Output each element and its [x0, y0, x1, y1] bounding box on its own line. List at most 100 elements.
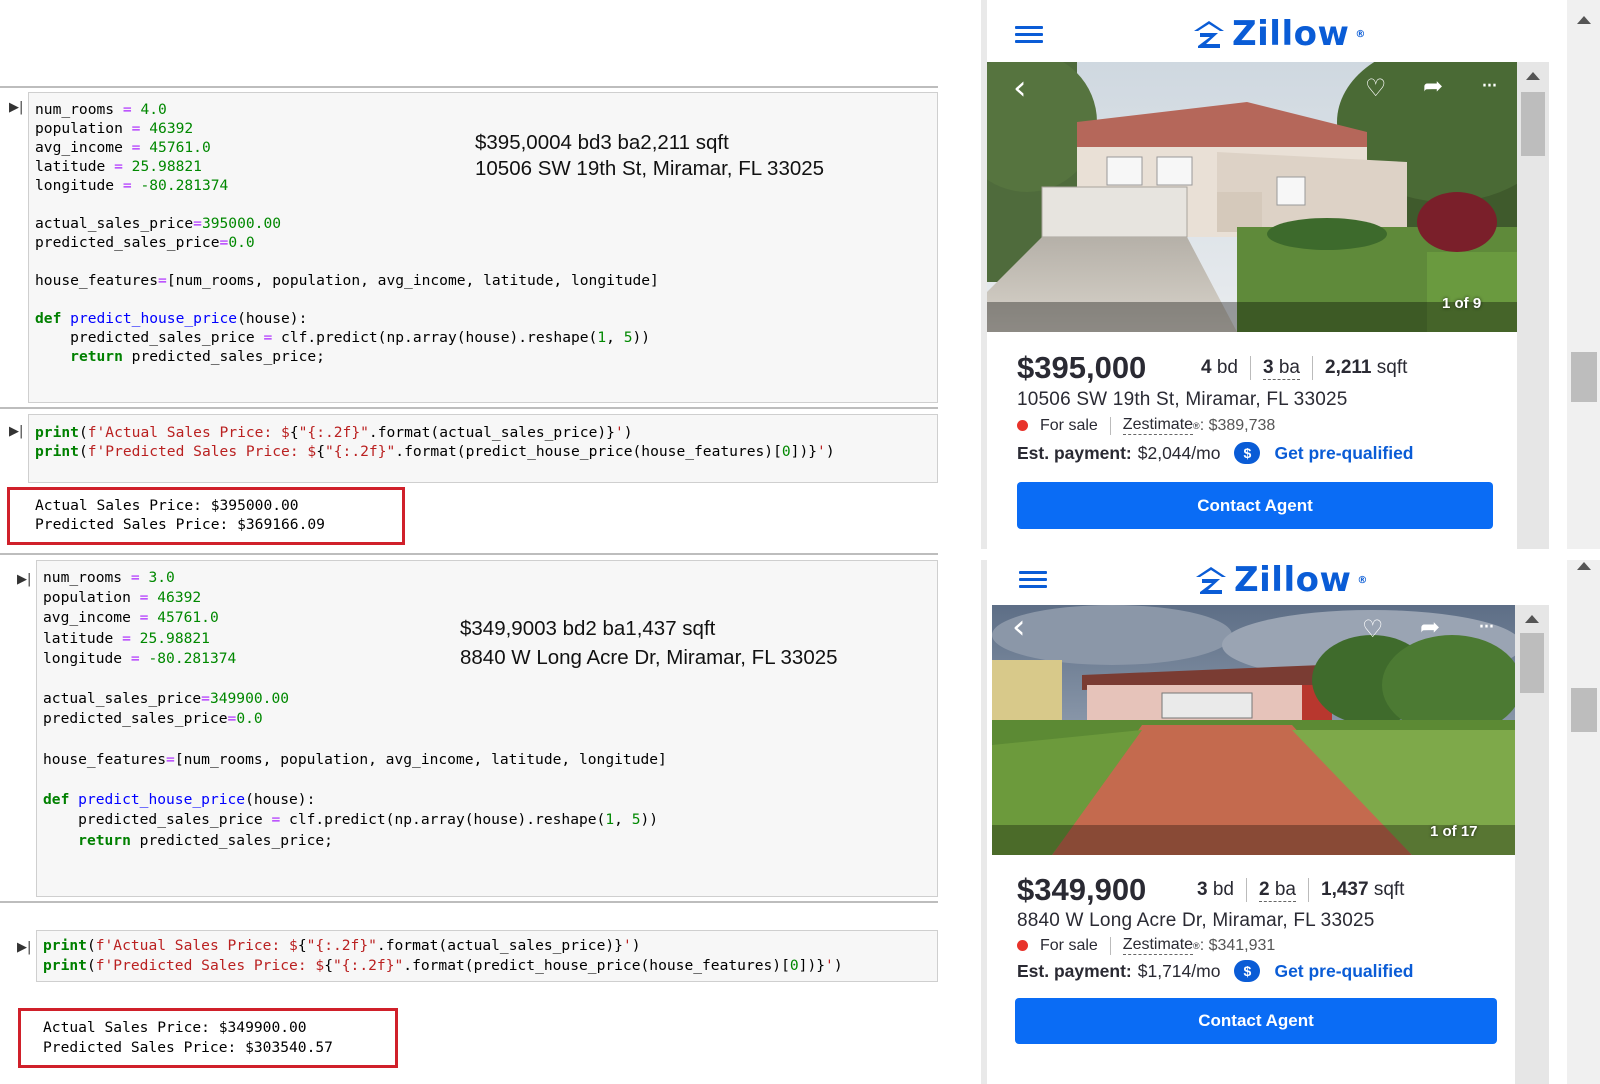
- share-icon[interactable]: ➦: [1423, 72, 1443, 100]
- code-line: actual_sales_price=395000.00: [35, 215, 282, 232]
- zillow-logo-icon: [1194, 21, 1224, 48]
- code-input-print-2[interactable]: print(f'Actual Sales Price: ${"{:.2f}".f…: [36, 930, 938, 982]
- get-prequalified-link[interactable]: Get pre-qualified: [1274, 961, 1413, 982]
- baths-fact[interactable]: 2 ba: [1259, 879, 1296, 902]
- run-cell-icon[interactable]: ▶|: [9, 424, 23, 439]
- code-line: latitude = 25.98821: [35, 158, 202, 175]
- output-actual-price: Actual Sales Price: $395000.00: [35, 497, 299, 514]
- zestimate-label[interactable]: Zestimate: [1122, 936, 1194, 955]
- photo-count: 1 of 9: [1442, 295, 1482, 312]
- zillow-header: Zillow ®: [987, 0, 1567, 62]
- house-photo-image: [992, 605, 1515, 855]
- scroll-thumb[interactable]: [1521, 92, 1545, 156]
- cell-divider: [0, 407, 938, 409]
- baths-value: 2: [1259, 878, 1270, 900]
- run-cell-icon[interactable]: ▶|: [9, 100, 23, 115]
- note-line-summary: $349,9003 bd2 ba1,437 sqft: [460, 617, 716, 640]
- contact-agent-button[interactable]: Contact Agent: [1017, 482, 1493, 529]
- code-line: predicted_sales_price=0.0: [43, 710, 263, 728]
- note-line-summary: $395,0004 bd3 ba2,211 sqft: [475, 131, 729, 154]
- output-predicted-price: Predicted Sales Price: $303540.57: [43, 1039, 333, 1056]
- cell-divider: [0, 901, 938, 903]
- code-input-print-1[interactable]: print(f'Actual Sales Price: ${"{:.2f}".f…: [28, 414, 938, 483]
- inner-scrollbar[interactable]: [1517, 62, 1549, 549]
- more-icon[interactable]: ···: [1481, 74, 1498, 99]
- zillow-logo-text: Zillow: [1234, 560, 1352, 600]
- code-line: avg_income = 45761.0: [43, 609, 219, 627]
- code-line: predicted_sales_price = clf.predict(np.a…: [35, 329, 651, 346]
- listing-photo[interactable]: ‹ ♡ ➦ ··· 1 of 9: [987, 62, 1517, 332]
- house-photo-image: [987, 62, 1517, 332]
- for-sale-dot-icon: [1017, 420, 1028, 431]
- code-line: predicted_sales_price=0.0: [35, 234, 255, 251]
- beds-value: 4: [1201, 357, 1212, 378]
- code-line: predicted_sales_price = clf.predict(np.a…: [43, 811, 659, 829]
- code-line: house_features=[num_rooms, population, a…: [43, 750, 667, 768]
- share-icon[interactable]: ➦: [1420, 613, 1440, 641]
- scroll-thumb[interactable]: [1571, 688, 1597, 732]
- zillow-listing-panel-2: Zillow ® ‹ ♡ ➦ ··· 1 of 17 $349,900 3 bd…: [981, 560, 1600, 1084]
- est-payment-label: Est. payment:: [1017, 442, 1132, 463]
- listing-address: 10506 SW 19th St, Miramar, FL 33025: [1017, 389, 1348, 410]
- listing-note-1: $395,0004 bd3 ba2,211 sqft 10506 SW 19th…: [475, 130, 824, 182]
- code-line: def predict_house_price(house):: [35, 310, 308, 327]
- dollar-icon: $: [1234, 442, 1261, 464]
- back-arrow-icon[interactable]: ‹: [1013, 68, 1027, 108]
- code-input-2[interactable]: num_rooms = 3.0 population = 46392 avg_i…: [36, 560, 938, 897]
- baths-fact[interactable]: 3 ba: [1263, 357, 1300, 380]
- zillow-logo-text: Zillow: [1232, 14, 1350, 54]
- hamburger-menu-icon[interactable]: [1015, 26, 1043, 44]
- output-actual-price: Actual Sales Price: $349900.00: [43, 1019, 307, 1036]
- scroll-up-arrow-icon[interactable]: [1525, 615, 1539, 623]
- contact-agent-button[interactable]: Contact Agent: [1015, 998, 1497, 1044]
- baths-value: 3: [1263, 356, 1274, 378]
- status-text: For sale: [1040, 936, 1098, 954]
- scroll-thumb[interactable]: [1571, 352, 1597, 402]
- sqft-value: 2,211: [1325, 357, 1372, 378]
- est-payment-value: $2,044/mo: [1137, 442, 1221, 463]
- scroll-up-arrow-icon[interactable]: [1526, 72, 1540, 80]
- sqft-unit: sqft: [1373, 879, 1405, 900]
- listing-price: $395,000: [1017, 350, 1147, 385]
- sqft-unit: sqft: [1376, 357, 1408, 378]
- listing-card: Zillow ®: [987, 560, 1567, 1084]
- zillow-logo[interactable]: Zillow ®: [1192, 14, 1366, 54]
- run-cell-icon[interactable]: ▶|: [17, 572, 31, 587]
- cell-output-2: Actual Sales Price: $349900.00 Predicted…: [18, 1008, 398, 1068]
- inner-scrollbar[interactable]: [1515, 605, 1549, 1084]
- output-text: Actual Sales Price: $349900.00 Predicted…: [43, 1018, 333, 1058]
- code-line: return predicted_sales_price;: [70, 348, 325, 365]
- listing-address: 8840 W Long Acre Dr, Miramar, FL 33025: [1017, 910, 1375, 931]
- status-line: For sale Zestimate ® : $389,738: [1017, 416, 1275, 435]
- status-text: For sale: [1040, 416, 1098, 434]
- heart-icon[interactable]: ♡: [1362, 615, 1384, 643]
- code-text: num_rooms = 3.0 population = 46392 avg_i…: [43, 568, 667, 851]
- zillow-logo[interactable]: Zillow ®: [1194, 560, 1368, 600]
- more-icon[interactable]: ···: [1478, 615, 1495, 640]
- outer-scrollbar[interactable]: [1567, 0, 1600, 549]
- scroll-up-arrow-icon[interactable]: [1577, 562, 1591, 570]
- output-predicted-price: Predicted Sales Price: $369166.09: [35, 516, 325, 533]
- cell-divider: [0, 86, 938, 88]
- zestimate-label[interactable]: Zestimate: [1122, 416, 1194, 435]
- back-arrow-icon[interactable]: ‹: [1012, 607, 1026, 647]
- zestimate-value: : $389,738: [1199, 416, 1276, 434]
- scroll-thumb[interactable]: [1520, 633, 1544, 693]
- code-text: print(f'Actual Sales Price: ${"{:.2f}".f…: [35, 423, 835, 461]
- run-cell-icon[interactable]: ▶|: [17, 940, 31, 955]
- payment-line: Est. payment: $1,714/mo $ Get pre-qualif…: [1017, 960, 1414, 982]
- code-line: print(f'Actual Sales Price: ${"{:.2f}".f…: [43, 937, 641, 954]
- cell-divider: [0, 553, 938, 555]
- baths-unit: ba: [1274, 878, 1296, 900]
- beds-value: 3: [1197, 879, 1208, 900]
- dollar-icon: $: [1234, 960, 1261, 982]
- code-line: num_rooms = 4.0: [35, 101, 167, 118]
- hamburger-menu-icon[interactable]: [1019, 571, 1047, 589]
- listing-photo[interactable]: ‹ ♡ ➦ ··· 1 of 17: [992, 605, 1515, 855]
- code-text: print(f'Actual Sales Price: ${"{:.2f}".f…: [43, 936, 843, 976]
- get-prequalified-link[interactable]: Get pre-qualified: [1274, 443, 1413, 464]
- sqft-value: 1,437: [1321, 879, 1369, 900]
- outer-scrollbar[interactable]: [1567, 560, 1600, 1084]
- scroll-up-arrow-icon[interactable]: [1577, 16, 1591, 24]
- heart-icon[interactable]: ♡: [1365, 74, 1387, 102]
